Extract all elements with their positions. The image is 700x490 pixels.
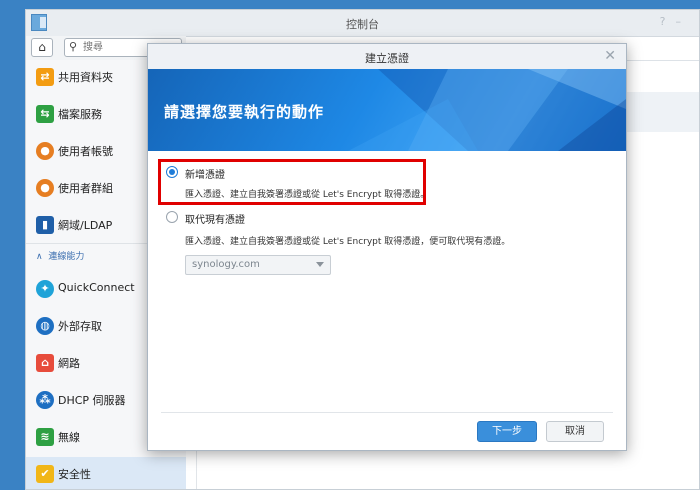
- section-header-connectivity[interactable]: ∧ 連線能力: [36, 249, 84, 262]
- sidebar-item-label: 使用者帳號: [58, 145, 113, 158]
- user-group-icon: ●: [36, 179, 54, 197]
- wifi-icon: ≋: [36, 428, 54, 446]
- close-icon[interactable]: ✕: [604, 48, 616, 64]
- option-replace-certificate-label[interactable]: 取代現有憑證: [185, 211, 245, 226]
- dialog-title: 建立憑證: [365, 52, 409, 65]
- shield-icon: ✔: [36, 465, 54, 483]
- sidebar-item-label: 無線: [58, 431, 80, 444]
- radio-new-certificate[interactable]: [166, 166, 178, 178]
- dialog-banner: 請選擇您要執行的動作: [148, 69, 626, 151]
- option-new-certificate-description: 匯入憑證、建立自我簽署憑證或從 Let's Encrypt 取得憑證。: [185, 190, 430, 200]
- window-controls[interactable]: ?–: [660, 15, 691, 28]
- home-button[interactable]: ⌂: [31, 38, 53, 57]
- globe-icon: ◍: [36, 317, 54, 335]
- domain-ldap-icon: ▮: [36, 216, 54, 234]
- search-icon: ⚲: [69, 40, 78, 53]
- user-icon: ●: [36, 142, 54, 160]
- sidebar-item-security[interactable]: ✔ 安全性: [26, 457, 186, 489]
- option-replace-certificate-description: 匯入憑證、建立自我簽署憑證或從 Let's Encrypt 取得憑證，便可取代現…: [185, 237, 511, 247]
- dialog-footer-divider: [161, 412, 613, 413]
- sidebar-item-label: 安全性: [58, 468, 91, 481]
- banner-heading: 請選擇您要執行的動作: [164, 103, 325, 121]
- file-services-icon: ⇆: [36, 105, 54, 123]
- sidebar-item-label: 外部存取: [58, 320, 102, 333]
- dialog-body: 新增憑證 匯入憑證、建立自我簽署憑證或從 Let's Encrypt 取得憑證。…: [148, 151, 626, 411]
- title-bar: 控制台 ?–: [26, 10, 699, 37]
- network-home-icon: ⌂: [36, 354, 54, 372]
- sidebar-item-label: 共用資料夾: [58, 71, 113, 84]
- dialog-title-bar: 建立憑證 ✕: [148, 44, 626, 70]
- quickconnect-icon: ✦: [36, 280, 54, 298]
- watermark: minwt.com: [614, 472, 692, 485]
- dhcp-icon: ⁂: [36, 391, 54, 409]
- sidebar-item-label: 網域/LDAP: [58, 219, 113, 232]
- cancel-button[interactable]: 取消: [546, 421, 604, 442]
- sidebar-item-label: 檔案服務: [58, 108, 102, 121]
- window-title: 控制台: [346, 18, 379, 31]
- radio-replace-certificate[interactable]: [166, 211, 178, 223]
- create-certificate-dialog: 建立憑證 ✕ 請選擇您要執行的動作 新增憑證 匯入憑證、建立自我簽署憑證或從 L…: [147, 43, 627, 451]
- section-header-label: 連線能力: [48, 252, 85, 262]
- sidebar-item-label: DHCP 伺服器: [58, 394, 126, 407]
- chevron-down-icon: [316, 262, 324, 267]
- certificate-select-value: synology.com: [192, 259, 260, 270]
- certificate-select[interactable]: synology.com: [185, 255, 331, 275]
- home-icon: ⌂: [38, 40, 46, 54]
- next-button[interactable]: 下一步: [477, 421, 537, 442]
- option-new-certificate-label[interactable]: 新增憑證: [185, 166, 225, 181]
- sidebar-item-label: QuickConnect: [58, 281, 135, 294]
- sidebar-item-label: 網路: [58, 357, 80, 370]
- sidebar-item-label: 使用者群組: [58, 182, 113, 195]
- chevron-up-icon: ∧: [36, 252, 43, 262]
- folder-share-icon: ⇄: [36, 68, 54, 86]
